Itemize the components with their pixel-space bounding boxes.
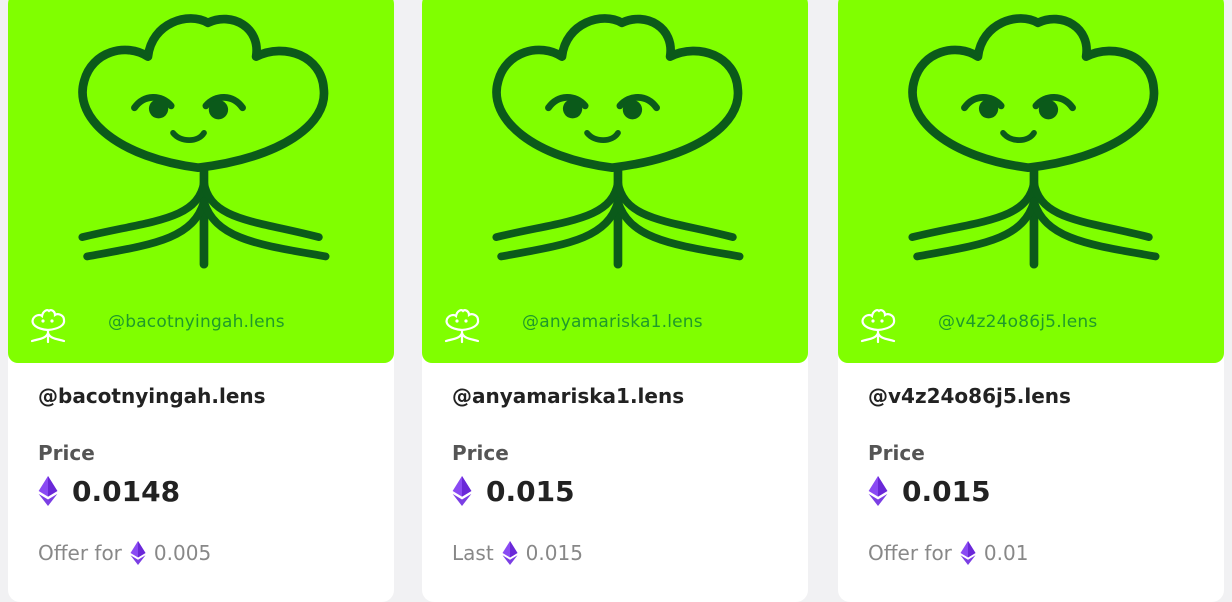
price-row: 0.015	[452, 473, 575, 509]
nft-artwork[interactable]: @anyamariska1.lens	[422, 0, 808, 363]
artwork-handle-text: @bacotnyingah.lens	[108, 312, 285, 332]
flower-mascot-icon	[893, 6, 1173, 281]
offer-label: Offer for	[38, 541, 122, 565]
eth-icon	[960, 541, 976, 565]
artwork-handle-text: @v4z24o86j5.lens	[938, 312, 1098, 332]
price-label: Price	[38, 441, 95, 465]
price-value: 0.015	[902, 474, 991, 508]
price-label: Price	[868, 441, 925, 465]
price-value: 0.015	[486, 474, 575, 508]
last-sale-row: Last 0.015	[452, 541, 583, 565]
price-label: Price	[452, 441, 509, 465]
lens-logo-icon	[444, 309, 480, 344]
eth-icon	[130, 541, 146, 565]
price-value: 0.0148	[72, 474, 181, 508]
flower-mascot-icon	[477, 6, 757, 281]
last-sale-value: 0.015	[525, 541, 583, 565]
offer-label: Offer for	[868, 541, 952, 565]
eth-icon	[868, 476, 888, 506]
eth-icon	[502, 541, 518, 565]
artwork-handle-text: @anyamariska1.lens	[522, 312, 703, 332]
price-row: 0.0148	[38, 473, 180, 509]
offer-row: Offer for 0.01	[868, 541, 1028, 565]
card-handle[interactable]: @v4z24o86j5.lens	[868, 381, 1204, 411]
nft-card[interactable]: @anyamariska1.lens @anyamariska1.lens Pr…	[422, 0, 808, 602]
lens-logo-icon	[860, 309, 896, 344]
offer-row: Offer for 0.005	[38, 541, 211, 565]
nft-card[interactable]: @bacotnyingah.lens @bacotnyingah.lens Pr…	[8, 0, 394, 602]
lens-logo-icon	[30, 309, 66, 344]
nft-artwork[interactable]: @v4z24o86j5.lens	[838, 0, 1224, 363]
nft-artwork[interactable]: @bacotnyingah.lens	[8, 0, 394, 363]
eth-icon	[452, 476, 472, 506]
flower-mascot-icon	[63, 6, 343, 281]
last-sale-label: Last	[452, 541, 494, 565]
card-handle[interactable]: @anyamariska1.lens	[452, 381, 788, 411]
price-row: 0.015	[868, 473, 991, 509]
nft-card[interactable]: @v4z24o86j5.lens @v4z24o86j5.lens Price …	[838, 0, 1224, 602]
card-handle[interactable]: @bacotnyingah.lens	[38, 381, 374, 411]
offer-value: 0.01	[983, 541, 1029, 565]
eth-icon	[38, 476, 58, 506]
offer-value: 0.005	[153, 541, 212, 565]
